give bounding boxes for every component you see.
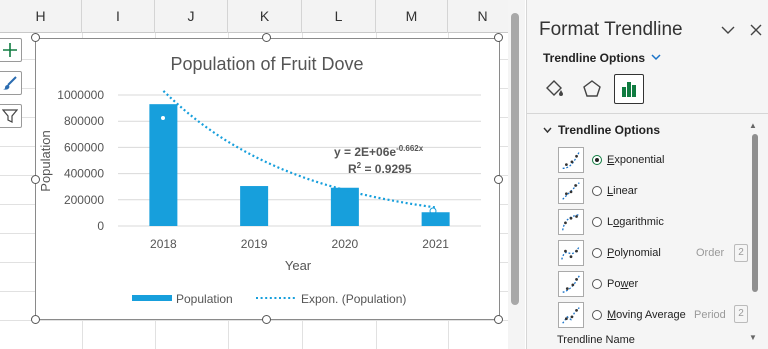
pane-divider [527, 113, 768, 114]
option-logarithmic[interactable]: Logarithmic [558, 207, 664, 237]
column-header-h[interactable]: H [0, 0, 82, 33]
option-polynomial[interactable]: Polynomial [558, 238, 661, 268]
resize-handle-top-left[interactable] [31, 33, 40, 42]
y-tick-label: 600000 [64, 140, 104, 154]
logarithmic-trend-icon [558, 209, 584, 235]
pane-scroll-down-arrow[interactable]: ▼ [749, 333, 757, 342]
chart-canvas: Population of Fruit Dove 0 200000 400000 60… [38, 54, 481, 306]
filter-icon [2, 109, 18, 123]
paint-bucket-icon [546, 80, 563, 96]
x-tick-label: 2020 [332, 237, 359, 251]
option-label-moving-average: Moving Average [607, 309, 686, 321]
exponential-trend-icon [558, 147, 584, 173]
polynomial-trend-icon [558, 240, 584, 266]
trendline-equation[interactable]: y = 2E+06e-0.662x [334, 144, 424, 159]
legend[interactable]: Population Expon. (Population) [132, 292, 406, 306]
order-spinner[interactable]: 2 [734, 244, 748, 262]
x-axis-tick-labels: 2018 2019 2020 2021 [150, 237, 449, 251]
y-tick-label: 1000000 [57, 88, 104, 102]
order-label: Order [696, 247, 725, 259]
resize-handle-top-right[interactable] [494, 33, 503, 42]
period-spinner[interactable]: 2 [734, 305, 748, 323]
chevron-down-icon[interactable] [720, 22, 736, 38]
close-icon[interactable] [748, 22, 764, 38]
bar-2020[interactable] [330, 187, 359, 226]
option-label-linear: Linear [607, 185, 638, 197]
vertical-scrollbar-thumb[interactable] [511, 13, 519, 305]
chevron-down-icon [543, 127, 552, 133]
resize-handle-top[interactable] [262, 33, 271, 42]
x-tick-label: 2021 [422, 237, 449, 251]
tab-trendline-options[interactable] [614, 74, 644, 104]
bar-chart-icon [622, 82, 636, 97]
radio-logarithmic[interactable] [592, 217, 602, 227]
resize-handle-bottom-right[interactable] [494, 315, 503, 324]
pentagon-icon [583, 80, 601, 97]
y-tick-label: 800000 [64, 114, 104, 128]
y-tick-label: 200000 [64, 193, 104, 207]
column-header-row: H I J K L M N [0, 0, 513, 33]
radio-power[interactable] [592, 279, 602, 289]
y-tick-label: 0 [97, 219, 104, 233]
column-header-m[interactable]: M [376, 0, 448, 33]
chevron-down-icon [651, 54, 661, 61]
legend-swatch-population [132, 295, 172, 301]
pane-scroll-up-arrow[interactable]: ▲ [749, 121, 757, 130]
chart-styles-button[interactable] [0, 71, 22, 95]
option-label-power: Power [607, 278, 639, 290]
radio-polynomial[interactable] [592, 248, 602, 258]
resize-handle-bottom-left[interactable] [31, 315, 40, 324]
trendline-start-point-marker [161, 116, 165, 120]
option-moving-average[interactable]: Moving Average [558, 300, 686, 330]
x-tick-label: 2019 [241, 237, 268, 251]
column-header-j[interactable]: J [155, 0, 228, 33]
legend-label-trendline: Expon. (Population) [301, 292, 406, 306]
option-exponential[interactable]: Exponential [558, 145, 665, 175]
column-header-k[interactable]: K [228, 0, 302, 33]
option-label-logarithmic: Logarithmic [607, 216, 664, 228]
column-header-i[interactable]: I [82, 0, 155, 33]
column-header-n[interactable]: N [448, 0, 513, 33]
pane-scrollbar-thumb[interactable] [752, 134, 758, 292]
chart-title[interactable]: Population of Fruit Dove [170, 54, 363, 74]
chart-filters-button[interactable] [0, 104, 22, 128]
trendline-options-dropdown[interactable]: Trendline Options [543, 51, 661, 65]
brush-icon [3, 76, 17, 90]
option-label-polynomial: Polynomial [607, 247, 661, 259]
resize-handle-bottom[interactable] [262, 315, 271, 324]
x-axis-title[interactable]: Year [285, 258, 312, 273]
resize-handle-right[interactable] [494, 175, 503, 184]
moving-average-trend-icon [558, 302, 584, 328]
radio-exponential[interactable] [592, 155, 602, 165]
y-axis-title[interactable]: Population [38, 130, 53, 191]
chart-elements-button[interactable] [0, 38, 22, 62]
option-linear[interactable]: Linear [558, 176, 638, 206]
bar-2021[interactable] [421, 212, 450, 226]
bar-2019[interactable] [240, 186, 269, 226]
option-label-exponential: Exponential [607, 154, 665, 166]
chart-object[interactable]: Population of Fruit Dove 0 200000 400000 60… [35, 38, 500, 320]
y-tick-label: 400000 [64, 167, 104, 181]
radio-moving-average[interactable] [592, 310, 602, 320]
bar-2018[interactable] [149, 104, 178, 226]
tab-fill-line[interactable] [539, 74, 569, 104]
power-trend-icon [558, 271, 584, 297]
section-label: Trendline Options [558, 123, 661, 137]
period-label: Period [694, 309, 726, 321]
resize-handle-left[interactable] [31, 175, 40, 184]
trendline-name-label: Trendline Name [557, 334, 635, 346]
x-tick-label: 2018 [150, 237, 177, 251]
plus-icon [3, 43, 17, 57]
column-header-l[interactable]: L [302, 0, 376, 33]
option-power[interactable]: Power [558, 269, 638, 299]
legend-label-population: Population [176, 292, 233, 306]
y-axis-tick-labels: 0 200000 400000 600000 800000 1000000 [57, 88, 104, 233]
linear-trend-icon [558, 178, 584, 204]
tab-effects[interactable] [577, 74, 607, 104]
radio-linear[interactable] [592, 186, 602, 196]
spreadsheet-area[interactable]: H I J K L M N Population of Fruit Dove 0… [0, 0, 513, 349]
trendline-options-dropdown-label: Trendline Options [543, 51, 646, 65]
trendline-options-section-header[interactable]: Trendline Options [543, 123, 660, 137]
pane-title: Format Trendline [539, 19, 683, 40]
